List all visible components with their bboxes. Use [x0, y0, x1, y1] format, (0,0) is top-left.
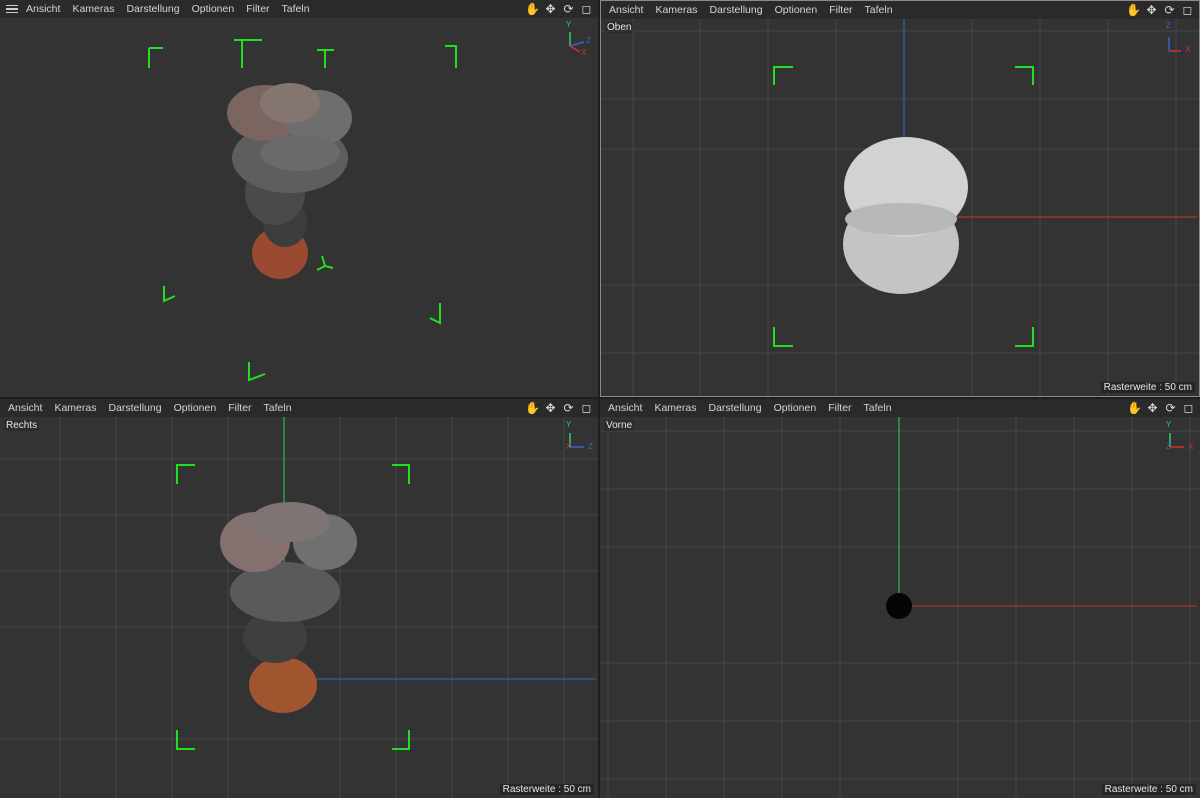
grid-size-readout: Rasterweite : 50 cm — [1101, 784, 1196, 795]
menu-tafeln[interactable]: Tafeln — [858, 399, 898, 417]
move-arrows-icon[interactable]: ✥ — [1144, 2, 1159, 17]
top-canvas[interactable]: Z X Oben Rasterweite : 50 cm — [601, 19, 1199, 396]
menu-kameras[interactable]: Kameras — [649, 1, 703, 19]
axis-label-x: X — [566, 442, 572, 451]
viewport-menubar: Ansicht Kameras Darstellung Optionen Fil… — [0, 399, 598, 417]
rotate-icon[interactable]: ⟳ — [561, 400, 576, 415]
menu-kameras[interactable]: Kameras — [66, 0, 120, 18]
axis-label-y: Y — [566, 20, 572, 29]
menu-optionen[interactable]: Optionen — [768, 399, 823, 417]
rotate-icon[interactable]: ⟳ — [561, 1, 576, 16]
menu-kameras[interactable]: Kameras — [48, 399, 102, 417]
axis-label-x: X — [581, 48, 587, 57]
hamburger-menu-icon[interactable] — [6, 3, 18, 16]
axis-label-x: X — [1185, 45, 1191, 54]
menu-optionen[interactable]: Optionen — [168, 399, 223, 417]
perspective-canvas[interactable]: Y Z X — [0, 18, 598, 397]
maximize-icon[interactable]: ◻ — [1181, 400, 1196, 415]
axis-label-z: Z — [588, 442, 593, 451]
move-arrows-icon[interactable]: ✥ — [543, 1, 558, 16]
viewport-menubar: Ansicht Kameras Darstellung Optionen Fil… — [601, 1, 1199, 19]
grid-size-readout: Rasterweite : 50 cm — [499, 784, 594, 795]
hand-pan-icon[interactable]: ✋ — [525, 1, 540, 16]
move-arrows-icon[interactable]: ✥ — [543, 400, 558, 415]
menu-ansicht[interactable]: Ansicht — [602, 399, 648, 417]
menu-darstellung[interactable]: Darstellung — [702, 399, 767, 417]
menu-darstellung[interactable]: Darstellung — [120, 0, 185, 18]
menu-tafeln[interactable]: Tafeln — [258, 399, 298, 417]
smoke-object — [843, 137, 968, 294]
viewport-label: Oben — [605, 22, 634, 33]
menu-ansicht[interactable]: Ansicht — [20, 0, 66, 18]
hand-pan-icon[interactable]: ✋ — [525, 400, 540, 415]
axis-label-z: Z — [1166, 442, 1171, 451]
viewport-perspective[interactable]: Ansicht Kameras Darstellung Optionen Fil… — [0, 0, 598, 397]
menu-tafeln[interactable]: Tafeln — [276, 0, 316, 18]
axis-label-y: Y — [566, 420, 572, 429]
viewport-right[interactable]: Ansicht Kameras Darstellung Optionen Fil… — [0, 399, 598, 798]
axis-gizmo — [1169, 433, 1184, 448]
maximize-icon[interactable]: ◻ — [579, 400, 594, 415]
menu-kameras[interactable]: Kameras — [648, 399, 702, 417]
right-canvas[interactable]: Y Z X Rechts Rasterweite : 50 cm — [0, 417, 598, 798]
viewport-menubar: Ansicht Kameras Darstellung Optionen Fil… — [0, 0, 598, 18]
rotate-icon[interactable]: ⟳ — [1162, 2, 1177, 17]
viewport-label: Rechts — [4, 420, 40, 431]
rotate-icon[interactable]: ⟳ — [1163, 400, 1178, 415]
smoke-object — [227, 83, 352, 279]
menu-ansicht[interactable]: Ansicht — [2, 399, 48, 417]
object-marker — [886, 593, 912, 619]
axis-label-y: Y — [1166, 420, 1172, 429]
viewport-label: Vorne — [604, 420, 635, 431]
axis-gizmo — [569, 433, 584, 448]
axis-label-z: Z — [586, 36, 591, 45]
front-canvas[interactable]: Y X Z Vorne Rasterweite : 50 cm — [600, 417, 1200, 798]
axis-label-z: Z — [1166, 21, 1171, 30]
maximize-icon[interactable]: ◻ — [579, 1, 594, 16]
menu-filter[interactable]: Filter — [240, 0, 275, 18]
menu-filter[interactable]: Filter — [823, 1, 858, 19]
hand-pan-icon[interactable]: ✋ — [1127, 400, 1142, 415]
menu-darstellung[interactable]: Darstellung — [703, 1, 768, 19]
menu-ansicht[interactable]: Ansicht — [603, 1, 649, 19]
smoke-object — [220, 502, 357, 713]
menu-filter[interactable]: Filter — [222, 399, 257, 417]
viewport-layout: Ansicht Kameras Darstellung Optionen Fil… — [0, 0, 1200, 798]
viewport-front[interactable]: Ansicht Kameras Darstellung Optionen Fil… — [600, 399, 1200, 798]
grid-size-readout: Rasterweite : 50 cm — [1100, 382, 1195, 393]
menu-tafeln[interactable]: Tafeln — [859, 1, 899, 19]
menu-filter[interactable]: Filter — [822, 399, 857, 417]
menu-darstellung[interactable]: Darstellung — [102, 399, 167, 417]
menu-optionen[interactable]: Optionen — [769, 1, 824, 19]
hand-pan-icon[interactable]: ✋ — [1126, 2, 1141, 17]
axis-gizmo — [1168, 37, 1181, 52]
menu-optionen[interactable]: Optionen — [186, 0, 241, 18]
axis-label-x: X — [1188, 442, 1194, 451]
viewport-top[interactable]: Ansicht Kameras Darstellung Optionen Fil… — [600, 0, 1200, 397]
maximize-icon[interactable]: ◻ — [1180, 2, 1195, 17]
move-arrows-icon[interactable]: ✥ — [1145, 400, 1160, 415]
viewport-menubar: Ansicht Kameras Darstellung Optionen Fil… — [600, 399, 1200, 417]
